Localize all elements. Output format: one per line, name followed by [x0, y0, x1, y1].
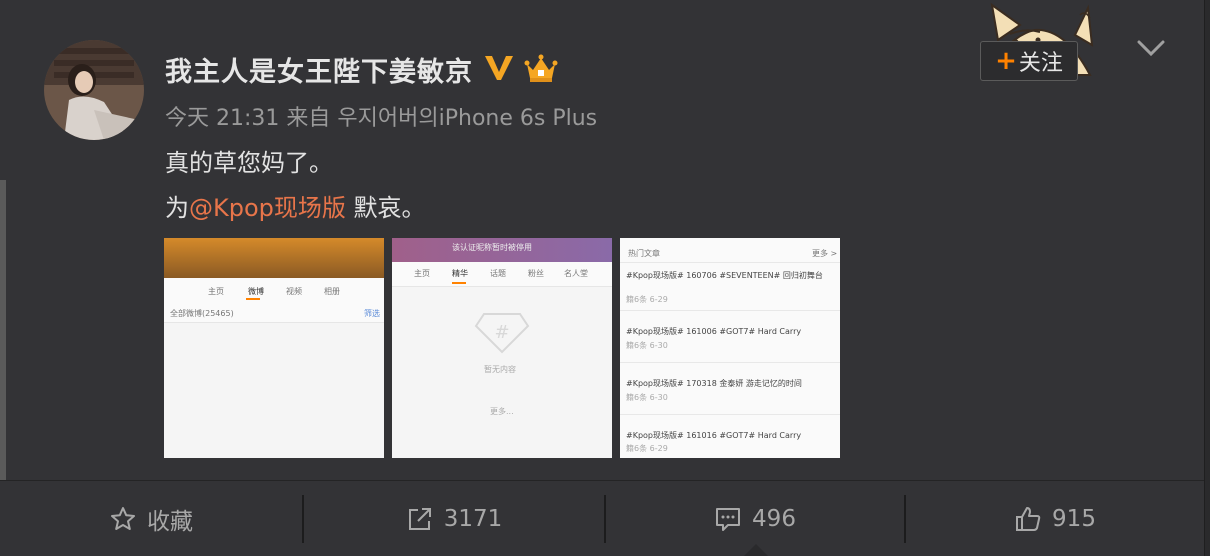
thumb1-tab-0: 主页 [208, 287, 224, 296]
thumb3-header: 热门文章 [628, 249, 660, 258]
like-button[interactable]: 915 [906, 481, 1204, 556]
image-thumbnail-3[interactable]: 热门文章 更多 > #Kpop现场版# 160706 #SEVENTEEN# 回… [620, 238, 840, 458]
thumb2-tab-1: 精华 [452, 269, 468, 278]
chevron-down-icon[interactable] [1135, 36, 1167, 60]
favorite-button[interactable]: 收藏 [0, 481, 302, 556]
thumb3-divider [620, 262, 840, 263]
thumb2-tab-2: 话题 [490, 269, 506, 278]
repost-count: 3171 [443, 506, 503, 532]
thumb2-tab-indicator [452, 282, 466, 284]
vip-crown-icon[interactable] [524, 52, 558, 84]
post-text-line2: 为@Kpop现场版 默哀。 [165, 188, 426, 223]
thumb2-tab-0: 主页 [414, 269, 430, 278]
follow-label: 关注 [1018, 51, 1063, 76]
thumb2-tab-4: 名人堂 [564, 269, 588, 278]
thumb2-banner-text: 该认证昵称暂时被停用 [452, 243, 532, 252]
plus-icon: + [995, 46, 1017, 76]
thumb1-tab-indicator [246, 298, 260, 300]
verified-v-icon[interactable] [483, 52, 515, 82]
comment-icon [716, 508, 741, 531]
thumb3-item-meta: 籍6条 6-30 [626, 393, 668, 402]
thumb3-item-title: #Kpop现场版# 170318 金泰妍 游走记忆的时间 [626, 379, 802, 388]
post-text-line1: 真的草您妈了。 [165, 149, 333, 177]
thumb2-empty: 暂无内容 [484, 365, 516, 374]
thumb1-banner [164, 238, 384, 278]
post-source[interactable]: 우지어버의iPhone 6s Plus [337, 106, 597, 131]
thumb2-more: 更多... [490, 407, 514, 416]
image-thumbnail-2[interactable]: 该认证昵称暂时被停用 主页 精华 话题 粉丝 名人堂 # 暂无内容 更多... [392, 238, 612, 458]
post-meta: 今天 21:31 来自 우지어버의iPhone 6s Plus [165, 100, 597, 132]
thumb3-item-meta: 籍6条 6-29 [626, 295, 668, 304]
thumb1-filter: 筛选 [364, 309, 380, 318]
line2-suffix: 默哀。 [345, 194, 426, 222]
thumb3-divider [620, 362, 840, 363]
share-icon [408, 508, 431, 530]
empty-hashtag-icon: # [474, 313, 530, 354]
thumb1-tab-1: 微博 [248, 287, 264, 296]
line2-prefix: 为 [165, 194, 189, 222]
thumb3-divider [620, 414, 840, 415]
thumb3-item-title: #Kpop现场版# 160706 #SEVENTEEN# 回归初舞台 [626, 271, 823, 280]
repost-button[interactable]: 3171 [304, 481, 604, 556]
via-label: 来自 [286, 106, 331, 131]
post-time[interactable]: 今天 21:31 [165, 106, 279, 131]
thumb3-item-meta: 籍6条 6-29 [626, 444, 668, 453]
svg-text:#: # [494, 322, 509, 343]
comment-count: 496 [752, 506, 796, 532]
thumb3-item-title: #Kpop现场版# 161016 #GOT7# Hard Carry [626, 431, 802, 440]
like-count: 915 [1052, 506, 1096, 532]
action-bar: 收藏 3171 496 915 [0, 480, 1204, 556]
follow-button[interactable]: + 关注 [980, 41, 1078, 81]
thumb3-more: 更多 > [812, 249, 838, 258]
favorite-label: 收藏 [147, 509, 193, 535]
star-icon [111, 507, 135, 530]
thumb3-item-title: #Kpop现场版# 161006 #GOT7# Hard Carry [626, 327, 802, 336]
mention-link[interactable]: @Kpop现场版 [189, 194, 346, 222]
avatar[interactable] [44, 40, 144, 140]
left-edge-strip [0, 180, 6, 480]
thumb1-tab-2: 视频 [286, 287, 302, 296]
thumbs-up-icon [1016, 507, 1041, 531]
thumb1-tab-3: 相册 [324, 287, 340, 296]
thumb3-divider [620, 310, 840, 311]
thumb2-tab-3: 粉丝 [528, 269, 544, 278]
weibo-post-card: 我主人是女王陛下姜敏京 今天 21:31 来自 우지어버의iPhone 6s P… [0, 0, 1205, 556]
username[interactable]: 我主人是女王陛下姜敏京 [165, 50, 473, 89]
comment-caret [742, 544, 770, 556]
thumb3-item-meta: 籍6条 6-30 [626, 341, 668, 350]
thumb1-row: 全部微博(25465) [170, 309, 234, 318]
image-thumbnail-1[interactable]: 主页 微博 视频 相册 全部微博(25465) 筛选 [164, 238, 384, 458]
